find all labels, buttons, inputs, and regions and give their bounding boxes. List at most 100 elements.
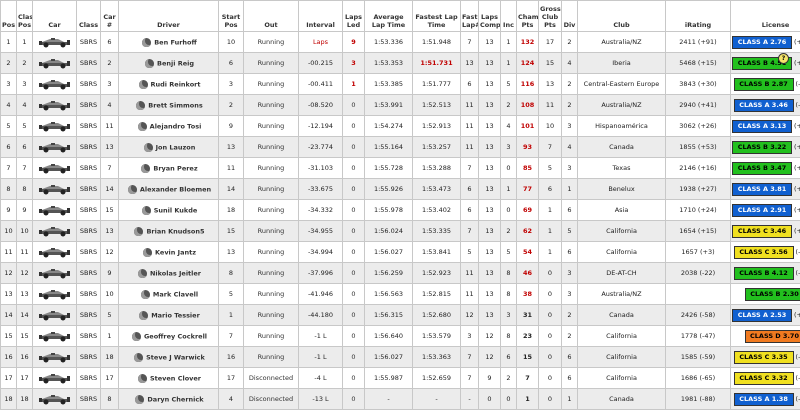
driver-name[interactable]: Alexander Bloemen xyxy=(140,185,211,193)
driver-name[interactable]: Benji Reig xyxy=(157,59,194,67)
driver-name[interactable]: Mark Clavell xyxy=(153,290,198,298)
driver-name[interactable]: Mario Tessier xyxy=(151,311,200,319)
table-row[interactable]: 18 18 SBRS 8 Daryn Chernick 4 Disconnect… xyxy=(0,388,800,410)
start-pos-cell: 18 xyxy=(218,199,244,221)
table-row[interactable]: 17 17 SBRS 17 Steven Clover 17 Disconnec… xyxy=(0,367,800,389)
inc-cell: 8 xyxy=(500,325,517,347)
out-cell: Running xyxy=(243,94,299,116)
class-pos-cell: 8 xyxy=(16,178,33,200)
driver-cell[interactable]: Jon Lauzon xyxy=(118,136,219,158)
driver-name[interactable]: Nikolas Jeitler xyxy=(150,269,201,277)
interval-cell: -1 L xyxy=(298,325,343,347)
table-row[interactable]: 14 14 SBRS 5 Mario Tessier 1 Running -44… xyxy=(0,304,800,326)
start-pos-cell: 8 xyxy=(218,262,244,284)
driver-name[interactable]: Geoffrey Cockrell xyxy=(144,332,207,340)
table-row[interactable]: 1 1 SBRS 6 Ben Furhoff 10 Running Laps 9… xyxy=(0,31,800,53)
class-pos-cell: 7 xyxy=(16,157,33,179)
helmet-icon xyxy=(134,226,144,236)
license-cell: CLASS B 3.22 (+0.03) xyxy=(730,136,800,158)
driver-cell[interactable]: Nikolas Jeitler xyxy=(118,262,219,284)
driver-name[interactable]: Kevin Jantz xyxy=(155,248,196,256)
driver-cell[interactable]: Alexander Bloemen xyxy=(118,178,219,200)
table-row[interactable]: 7 7 SBRS 7 Bryan Perez 11 Running -31.10… xyxy=(0,157,800,179)
start-pos-cell: 2 xyxy=(218,94,244,116)
license-delta: (+0.09) xyxy=(794,122,800,130)
table-row[interactable]: 13 13 SBRS 10 Mark Clavell 5 Running -41… xyxy=(0,283,800,305)
driver-cell[interactable]: Benji Reig xyxy=(118,52,219,74)
gross-club-pts-cell: 10 xyxy=(538,115,562,137)
driver-cell[interactable]: Geoffrey Cockrell xyxy=(118,325,219,347)
driver-cell[interactable]: Mark Clavell xyxy=(118,283,219,305)
license-badge: CLASS A 1.38 xyxy=(733,392,794,406)
table-row[interactable]: 5 5 SBRS 11 Alejandro Tosi 9 Running -12… xyxy=(0,115,800,137)
div-cell: 2 xyxy=(561,325,578,347)
pos-cell: 6 xyxy=(0,136,17,158)
driver-name[interactable]: Sunil Kukde xyxy=(154,206,198,214)
out-cell: Running xyxy=(243,241,299,263)
champ-pts-cell: 116 xyxy=(516,73,539,95)
column-header: Laps Comp xyxy=(478,0,501,32)
license-badge-wrap: CLASS B 3.47 xyxy=(732,161,792,175)
driver-cell[interactable]: Steve J Warwick xyxy=(118,346,219,368)
irating-cell: 2038 (-22) xyxy=(665,262,731,284)
driver-name[interactable]: Daryn Chernick xyxy=(147,395,203,403)
driver-name[interactable]: Rudi Reinkort xyxy=(151,80,201,88)
driver-cell[interactable]: Daryn Chernick xyxy=(118,388,219,410)
license-badge: CLASS A 2.53 xyxy=(732,308,792,322)
driver-cell[interactable]: Ben Furhoff xyxy=(118,31,219,53)
car-cell xyxy=(32,178,77,200)
driver-name[interactable]: Brian Knudson5 xyxy=(146,227,204,235)
fast-lap-number-cell: 13 xyxy=(460,52,479,74)
driver-name[interactable]: Brett Simmons xyxy=(148,101,202,109)
fastest-lap-cell: 1:51.948 xyxy=(412,31,461,53)
avg-lap-cell: 1:53.385 xyxy=(364,73,413,95)
div-cell: 4 xyxy=(561,52,578,74)
driver-name[interactable]: Alejandro Tosi xyxy=(150,122,202,130)
driver-name[interactable]: Steve J Warwick xyxy=(146,353,205,361)
driver-name[interactable]: Ben Furhoff xyxy=(154,38,197,46)
inc-cell: 4 xyxy=(500,115,517,137)
driver-cell[interactable]: Brett Simmons xyxy=(118,94,219,116)
helmet-icon xyxy=(137,268,147,278)
driver-name[interactable]: Steven Clover xyxy=(150,374,201,382)
results-body: 1 1 SBRS 6 Ben Furhoff 10 Running Laps 9… xyxy=(0,31,800,410)
table-row[interactable]: 3 3 SBRS 3 Rudi Reinkort 3 Running -00.4… xyxy=(0,73,800,95)
column-header: License xyxy=(730,0,800,32)
driver-name[interactable]: Bryan Perez xyxy=(153,164,197,172)
table-row[interactable]: 6 6 SBRS 13 Jon Lauzon 13 Running -23.77… xyxy=(0,136,800,158)
driver-name[interactable]: Jon Lauzon xyxy=(156,143,196,151)
driver-cell[interactable]: Kevin Jantz xyxy=(118,241,219,263)
question-mark-icon[interactable]: ? xyxy=(778,53,789,64)
pos-cell: 17 xyxy=(0,367,17,389)
fast-lap-number-cell: 12 xyxy=(460,304,479,326)
driver-cell[interactable]: Bryan Perez xyxy=(118,157,219,179)
table-row[interactable]: 2 2 SBRS 2 Benji Reig 6 Running -00.215 xyxy=(0,52,800,74)
table-row[interactable]: 15 15 SBRS 1 Geoffrey Cockrell 7 Running xyxy=(0,325,800,347)
driver-cell[interactable]: Alejandro Tosi xyxy=(118,115,219,137)
driver-cell[interactable]: Mario Tessier xyxy=(118,304,219,326)
table-row[interactable]: 16 16 SBRS 18 Steve J Warwick 16 Running xyxy=(0,346,800,368)
champ-pts-cell: 69 xyxy=(516,199,539,221)
table-row[interactable]: 11 11 SBRS 12 Kevin Jantz 13 Running -34… xyxy=(0,241,800,263)
license-cell: CLASS A 3.13 (+0.09) xyxy=(730,115,800,137)
fastest-lap-cell: 1:52.659 xyxy=(412,367,461,389)
driver-cell[interactable]: Steven Clover xyxy=(118,367,219,389)
inc-cell: 0 xyxy=(500,388,517,410)
avg-lap-cell: 1:56.315 xyxy=(364,304,413,326)
table-row[interactable]: 4 4 SBRS 4 Brett Simmons 2 Running -08.5… xyxy=(0,94,800,116)
club-cell: Canada xyxy=(577,304,666,326)
license-delta: (+0.05) xyxy=(794,164,800,172)
driver-cell[interactable]: Brian Knudson5 xyxy=(118,220,219,242)
driver-cell[interactable]: Sunil Kukde xyxy=(118,199,219,221)
class-cell: SBRS xyxy=(76,283,101,305)
table-row[interactable]: 9 9 SBRS 15 Sunil Kukde 18 Running -34.3… xyxy=(0,199,800,221)
table-row[interactable]: 8 8 SBRS 14 Alexander Bloemen 14 Running xyxy=(0,178,800,200)
driver-cell[interactable]: Rudi Reinkort xyxy=(118,73,219,95)
helmet-icon xyxy=(136,100,146,110)
license-delta: (-0.11) xyxy=(795,269,800,277)
avg-lap-cell: 1:55.164 xyxy=(364,136,413,158)
laps-comp-cell: 13 xyxy=(478,304,501,326)
table-row[interactable]: 12 12 SBRS 9 Nikolas Jeitler 8 Running -… xyxy=(0,262,800,284)
table-row[interactable]: 10 10 SBRS 13 Brian Knudson5 15 Running … xyxy=(0,220,800,242)
avg-lap-cell: 1:53.353 xyxy=(364,52,413,74)
